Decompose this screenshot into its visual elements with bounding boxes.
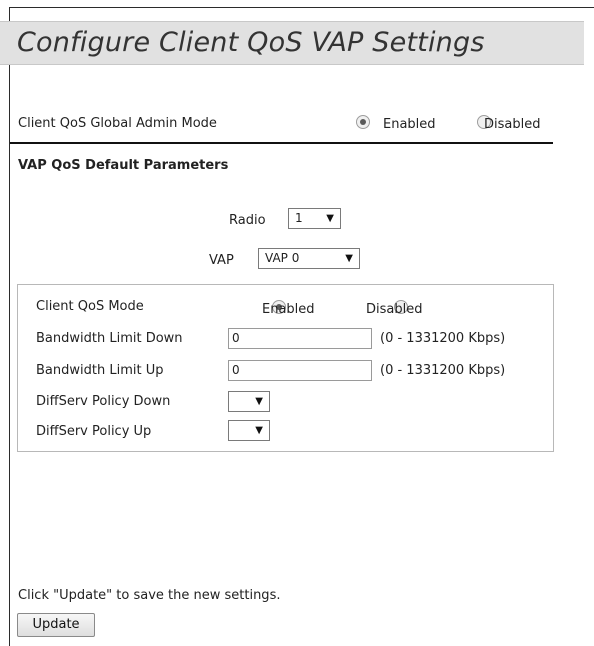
client-qos-mode-label: Client QoS Mode <box>36 299 144 314</box>
diffserv-up-select[interactable]: ▼ <box>228 420 270 441</box>
chevron-down-icon: ▼ <box>255 425 263 436</box>
radio-select[interactable]: 1 ▼ <box>288 208 341 229</box>
bandwidth-down-range: (0 - 1331200 Kbps) <box>380 331 506 346</box>
bandwidth-up-input[interactable]: 0 <box>228 360 372 381</box>
title-bar: Configure Client QoS VAP Settings <box>0 21 584 65</box>
section-heading: VAP QoS Default Parameters <box>18 158 229 173</box>
update-button[interactable]: Update <box>17 613 95 637</box>
global-admin-mode-label: Client QoS Global Admin Mode <box>18 116 217 131</box>
bandwidth-down-input[interactable]: 0 <box>228 328 372 349</box>
global-enabled-label: Enabled <box>383 117 436 132</box>
diffserv-up-label: DiffServ Policy Up <box>36 424 152 439</box>
chevron-down-icon: ▼ <box>255 396 263 407</box>
bandwidth-up-range: (0 - 1331200 Kbps) <box>380 363 506 378</box>
global-disabled-label: Disabled <box>484 117 541 132</box>
client-disabled-label: Disabled <box>366 302 423 317</box>
vap-select[interactable]: VAP 0 ▼ <box>258 248 360 269</box>
diffserv-down-label: DiffServ Policy Down <box>36 394 171 409</box>
chevron-down-icon: ▼ <box>345 253 353 264</box>
vap-label: VAP <box>209 253 234 268</box>
radio-label: Radio <box>229 213 266 228</box>
client-enabled-label: Enabled <box>262 302 315 317</box>
bandwidth-down-label: Bandwidth Limit Down <box>36 331 183 346</box>
chevron-down-icon: ▼ <box>326 213 334 224</box>
diffserv-down-select[interactable]: ▼ <box>228 391 270 412</box>
page-title: Configure Client QoS VAP Settings <box>17 27 485 58</box>
radio-select-value: 1 <box>295 211 303 225</box>
bandwidth-up-label: Bandwidth Limit Up <box>36 363 164 378</box>
global-enabled-radio[interactable] <box>356 115 370 129</box>
update-hint: Click "Update" to save the new settings. <box>18 588 281 603</box>
section-divider <box>10 142 553 144</box>
vap-select-value: VAP 0 <box>265 251 300 265</box>
